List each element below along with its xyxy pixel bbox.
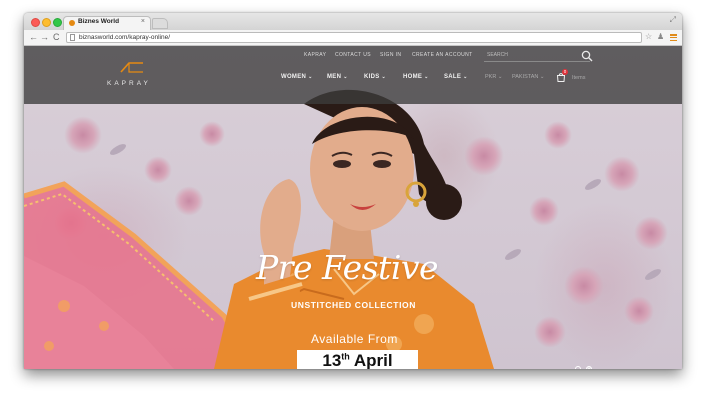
minimize-window-button[interactable] (42, 18, 51, 27)
nav-kids-label: KIDS (364, 74, 380, 80)
promo-title: Pre Festive (256, 248, 439, 287)
cart-count-badge: 0 (562, 69, 568, 75)
promo-date-month: April (353, 351, 393, 369)
nav-men-label: MEN (327, 74, 342, 80)
tab-title: Biznes World (78, 18, 120, 25)
chevron-down-icon: ⌄ (343, 74, 348, 80)
flower-decoration (534, 316, 566, 348)
promo-available-label: Available From (311, 332, 398, 346)
url-text[interactable]: biznasworld.com/kapray-online/ (79, 33, 170, 42)
promo-date-suffix: th (341, 351, 350, 362)
site-favicon-icon (69, 20, 75, 26)
flower-decoration (634, 216, 668, 250)
flower-decoration (624, 296, 654, 326)
tab-bar: Biznes World × ⤢ (24, 13, 682, 30)
cart-items-label[interactable]: Items (572, 75, 585, 81)
nav-kids[interactable]: KIDS ⌄ (364, 74, 386, 80)
slider-dot-1[interactable] (575, 366, 581, 369)
topnav-sign-in[interactable]: SIGN IN (380, 52, 401, 58)
tab-close-icon[interactable]: × (141, 18, 145, 25)
search-icon[interactable] (581, 50, 593, 62)
browser-menu-icon[interactable] (670, 34, 677, 42)
page-viewport: KAPRAY KAPRAY CONTACT US SIGN IN CREATE … (24, 46, 682, 369)
nav-sale[interactable]: SALE ⌄ (444, 74, 468, 80)
kapray-logo-icon[interactable] (119, 60, 145, 74)
flower-decoration (544, 121, 572, 149)
currency-value: PKR (485, 74, 497, 80)
back-arrow-icon[interactable]: ← (29, 32, 38, 42)
extension-icon[interactable]: ♟ (657, 32, 664, 41)
search-underline (484, 61, 590, 62)
nav-men[interactable]: MEN ⌄ (327, 74, 348, 80)
currency-select[interactable]: PKR ⌄ (485, 74, 502, 80)
tab-biznes-world[interactable]: Biznes World × (63, 16, 151, 30)
leaf-decoration (643, 266, 663, 283)
new-tab-button[interactable] (152, 18, 168, 29)
nav-sale-label: SALE (444, 74, 462, 80)
browser-toolbar: ← → C biznasworld.com/kapray-online/ ☆ ♟ (24, 30, 682, 46)
leaf-decoration (108, 141, 128, 158)
site-header: KAPRAY KAPRAY CONTACT US SIGN IN CREATE … (24, 46, 682, 104)
country-select[interactable]: PAKISTAN ⌄ (512, 74, 545, 80)
chevron-down-icon: ⌄ (308, 74, 313, 80)
nav-women-label: WOMEN (281, 74, 307, 80)
chevron-down-icon: ⌄ (463, 74, 468, 80)
fullscreen-icon[interactable]: ⤢ (670, 15, 676, 25)
leaf-decoration (583, 176, 603, 193)
country-value: PAKISTAN (512, 74, 539, 80)
model-image (214, 89, 494, 369)
promo-date-day: 13 (322, 351, 342, 369)
zoom-window-button[interactable] (53, 18, 62, 27)
search-input[interactable]: SEARCH (487, 52, 508, 58)
address-bar[interactable]: biznasworld.com/kapray-online/ (66, 32, 642, 43)
promo-subtitle: UNSTITCHED COLLECTION (291, 300, 416, 310)
logo-text[interactable]: KAPRAY (107, 80, 151, 87)
browser-window: Biznes World × ⤢ ← → C biznasworld.com/k… (24, 13, 682, 369)
nav-women[interactable]: WOMEN ⌄ (281, 74, 313, 80)
close-window-button[interactable] (31, 18, 40, 27)
topnav-kapray[interactable]: KAPRAY (304, 52, 326, 58)
promo-date: 13th April (297, 351, 418, 369)
reload-icon[interactable]: C (53, 32, 60, 42)
nav-home[interactable]: HOME ⌄ (403, 74, 429, 80)
bookmark-star-icon[interactable]: ☆ (645, 32, 652, 41)
slider-dot-2-active[interactable] (586, 366, 592, 369)
chevron-down-icon: ⌄ (381, 74, 387, 80)
promo-date-box: 13th April (297, 350, 418, 369)
flower-decoration (564, 266, 604, 306)
flower-decoration (64, 116, 102, 154)
flower-decoration (529, 196, 559, 226)
topnav-contact-us[interactable]: CONTACT US (335, 52, 371, 58)
topnav-create-account[interactable]: CREATE AN ACCOUNT (412, 52, 473, 58)
forward-arrow-icon[interactable]: → (40, 32, 49, 42)
leaf-decoration (503, 246, 523, 263)
nav-home-label: HOME (403, 74, 423, 80)
page-icon (70, 34, 75, 41)
chevron-down-icon: ⌄ (424, 74, 429, 80)
flower-decoration (604, 156, 640, 192)
